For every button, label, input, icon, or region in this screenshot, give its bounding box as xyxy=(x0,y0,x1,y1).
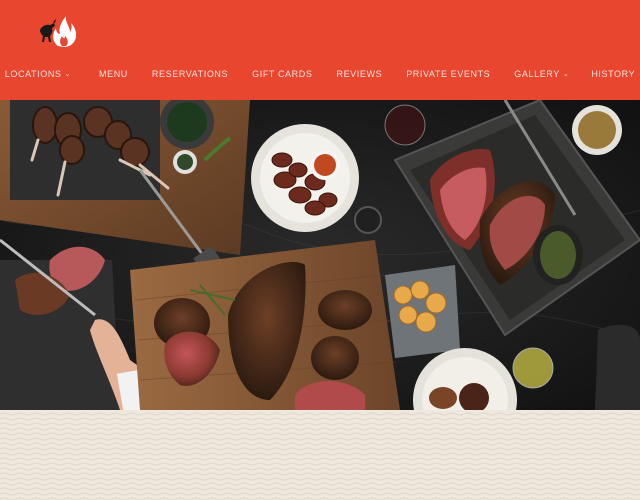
wave-line xyxy=(0,487,640,491)
wave-line xyxy=(0,467,640,471)
nav-item-locations[interactable]: LOCATIONS ⌄ xyxy=(5,66,71,82)
wave-line xyxy=(0,412,640,416)
wave-line xyxy=(0,442,640,446)
wave-line xyxy=(0,452,640,456)
wave-line xyxy=(0,457,640,461)
wave-line xyxy=(0,422,640,426)
wave-background xyxy=(0,412,640,500)
nav-item-reviews[interactable]: REVIEWS xyxy=(336,66,382,82)
wave-line xyxy=(0,432,640,436)
nav-item-reservations[interactable]: RESERVATIONS xyxy=(152,66,228,82)
wave-line xyxy=(0,427,640,431)
chevron-down-icon: ⌄ xyxy=(64,71,71,78)
decorative-wave-pattern xyxy=(0,410,640,500)
wave-line xyxy=(0,482,640,486)
wave-line xyxy=(0,477,640,481)
nav-item-label: RESERVATIONS xyxy=(151,69,229,79)
nav-item-label: GIFT CARDS xyxy=(252,69,313,79)
hero-photo xyxy=(0,100,640,410)
nav-item-gallery[interactable]: GALLERY ⌄ xyxy=(514,66,569,82)
nav-item-label: GALLERY xyxy=(514,69,560,79)
wave-line xyxy=(0,472,640,476)
nav-item-private-events[interactable]: PRIVATE EVENTS xyxy=(406,66,490,82)
wave-line xyxy=(0,417,640,421)
wave-line xyxy=(0,437,640,441)
nav-item-history[interactable]: HISTORY xyxy=(591,66,635,82)
nav-item-label: MENU xyxy=(99,69,128,79)
sausage-plate xyxy=(251,124,359,232)
bull-flame-logo-icon[interactable] xyxy=(38,12,84,50)
nav-item-label: REVIEWS xyxy=(336,69,383,79)
nav-item-label: LOCATIONS xyxy=(4,69,62,79)
chevron-down-icon: ⌄ xyxy=(562,71,570,78)
nav-item-label: PRIVATE EVENTS xyxy=(406,69,491,79)
wave-line xyxy=(0,447,640,451)
nav-item-label: HISTORY xyxy=(591,69,636,79)
main-navigation: LOCATIONS ⌄ MENU RESERVATIONS GIFT CARDS REVI… xyxy=(0,66,640,82)
site-header: LOCATIONS ⌄ MENU RESERVATIONS GIFT CARDS REVI… xyxy=(0,0,640,100)
hero-image xyxy=(0,100,640,410)
wave-line xyxy=(0,462,640,466)
nav-item-gift-cards[interactable]: GIFT CARDS xyxy=(252,66,312,82)
center-board xyxy=(130,240,400,410)
nav-item-menu[interactable]: MENU xyxy=(99,66,128,82)
bread-basket xyxy=(385,265,460,358)
wave-line xyxy=(0,492,640,496)
